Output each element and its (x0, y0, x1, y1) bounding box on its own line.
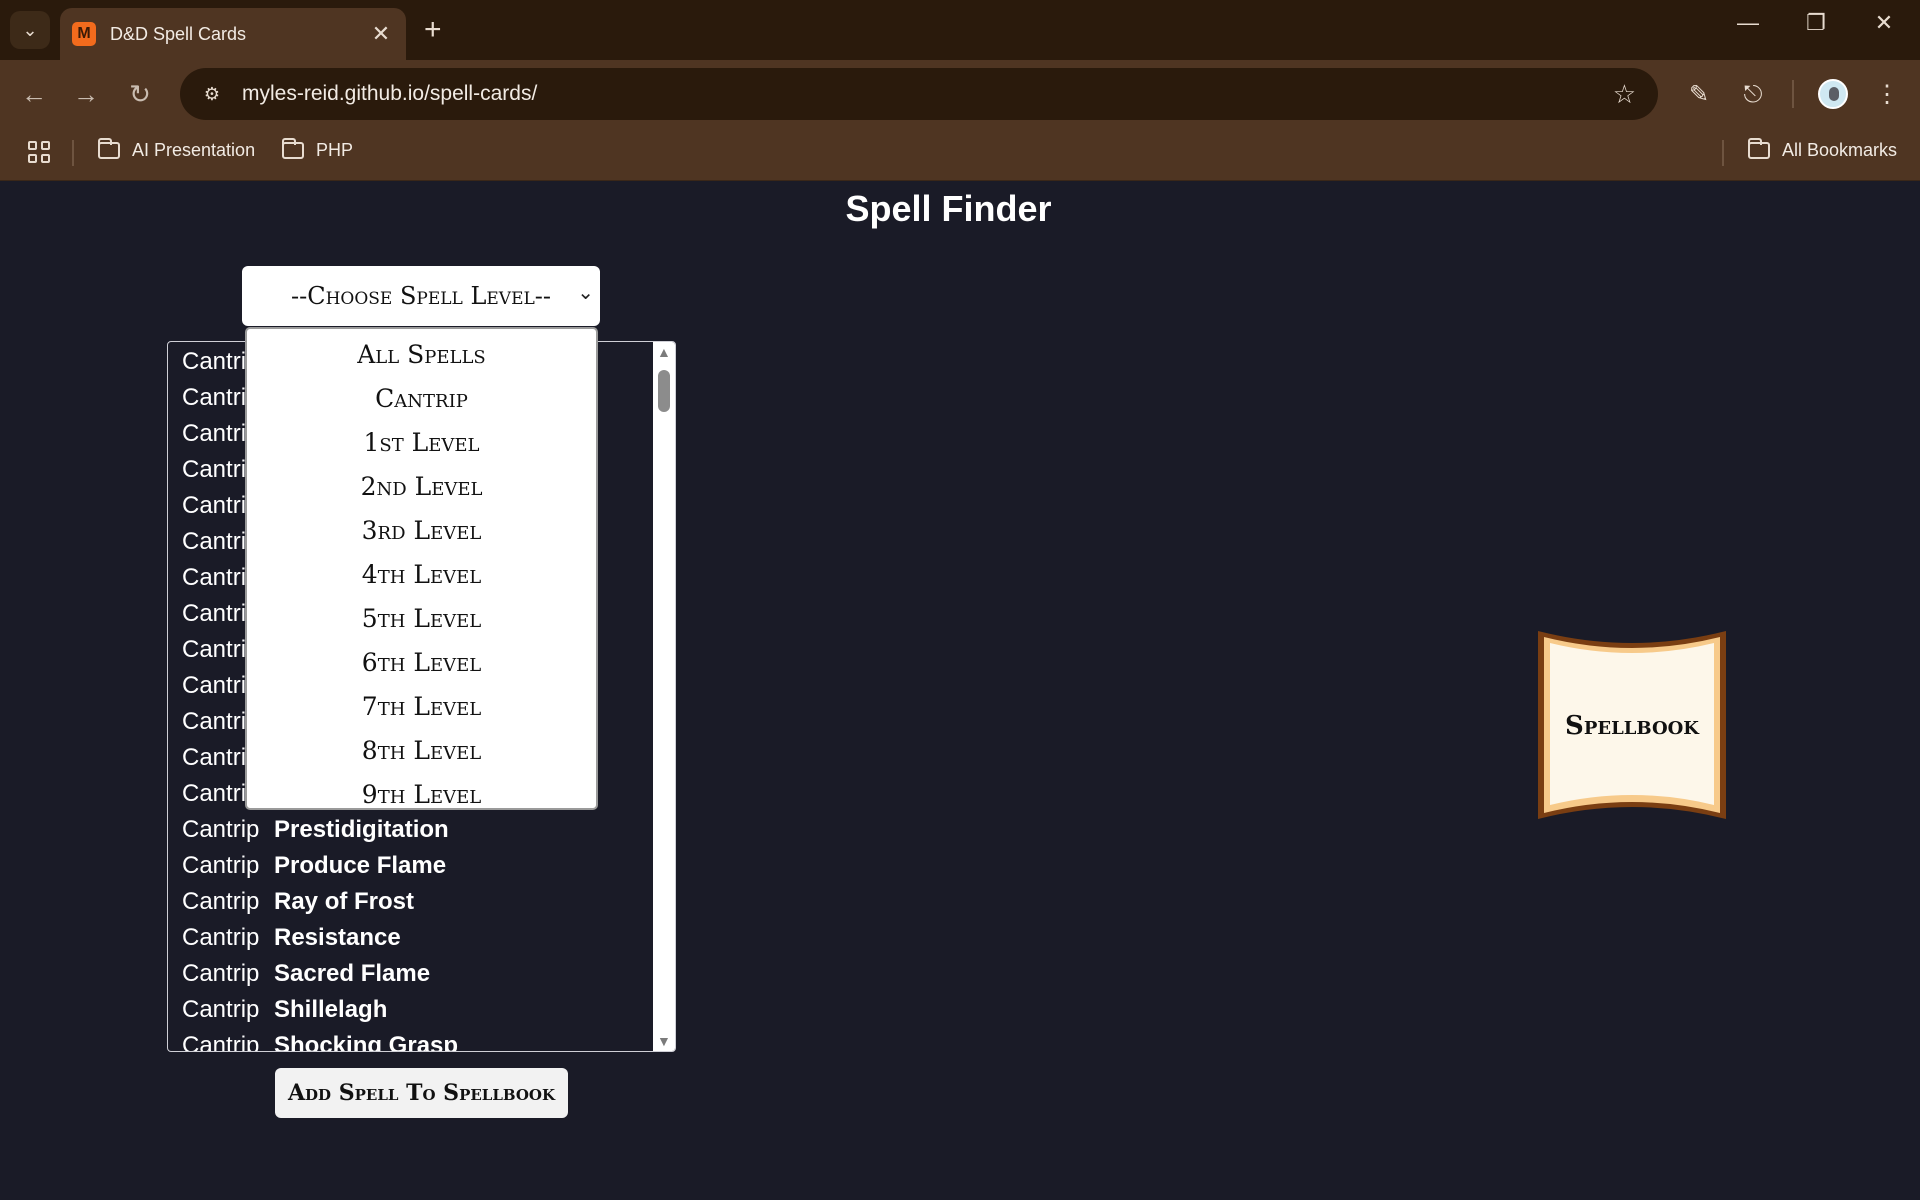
toolbar-divider (1792, 80, 1794, 108)
site-info-icon[interactable]: ⚙ (190, 84, 234, 105)
tab-search-button[interactable]: ⌄ (10, 11, 50, 49)
bookmark-php[interactable]: PHP (282, 138, 354, 161)
menu-dots-icon[interactable]: ⋮ (1870, 78, 1904, 112)
spell-level: Cantrip (182, 960, 260, 987)
spellbook-label: Spellbook (1565, 711, 1699, 741)
spell-list-item[interactable]: Cantrip Prestidigitation (182, 816, 449, 852)
address-bar[interactable]: ⚙ myles-reid.github.io/spell-cards/ ☆ (180, 68, 1658, 120)
restore-icon[interactable]: ❐ (1796, 10, 1836, 36)
apps-grid-icon[interactable] (28, 141, 50, 163)
spell-name: Sacred Flame (274, 960, 431, 987)
spell-name: Resistance (274, 924, 401, 951)
window-close-icon[interactable]: ✕ (1864, 10, 1904, 36)
scroll-down-icon[interactable]: ▼ (657, 1033, 671, 1049)
spell-name: Prestidigitation (274, 816, 449, 843)
spell-level: Cantrip (182, 888, 260, 915)
dropdown-option[interactable]: 7th Level (247, 685, 596, 729)
spell-level-select[interactable]: --Choose Spell Level-- ⌄ (242, 266, 600, 326)
spell-list-item[interactable]: Cantrip Resistance (182, 924, 401, 960)
bookmark-ai-presentation[interactable]: AI Presentation (98, 138, 256, 161)
folder-icon (282, 138, 304, 159)
dropdown-option[interactable]: 3rd Level (247, 509, 596, 553)
bookmark-label: AI Presentation (132, 140, 256, 160)
dropdown-option[interactable]: 1st Level (247, 421, 596, 465)
eyedropper-icon[interactable]: ✎ (1682, 78, 1716, 112)
close-icon[interactable]: ✕ (368, 21, 394, 47)
avatar[interactable] (1818, 79, 1848, 109)
spell-level: Cantrip (182, 816, 260, 843)
bookmark-label: PHP (316, 140, 354, 160)
scrollbar[interactable]: ▲ ▼ (653, 342, 675, 1051)
reload-icon[interactable]: ↻ (122, 76, 158, 112)
all-bookmarks[interactable]: All Bookmarks (1748, 138, 1898, 161)
dropdown-option[interactable]: 4th Level (247, 553, 596, 597)
spell-level: Cantrip (182, 852, 260, 879)
browser-toolbar: ← → ↻ ⚙ myles-reid.github.io/spell-cards… (0, 60, 1920, 128)
new-tab-button[interactable]: + (424, 12, 442, 48)
url-text[interactable]: myles-reid.github.io/spell-cards/ (242, 82, 1613, 106)
spell-name: Shillelagh (274, 996, 388, 1023)
spell-list-item[interactable]: Cantrip Ray of Frost (182, 888, 414, 924)
dropdown-option[interactable]: All Spells (247, 333, 596, 377)
forward-icon[interactable]: → (68, 76, 104, 112)
favicon-icon: M (72, 22, 96, 46)
dropdown-option[interactable]: 5th Level (247, 597, 596, 641)
tab-active[interactable]: M D&D Spell Cards ✕ (60, 8, 406, 60)
bookmarks-divider (72, 140, 74, 166)
spell-list-item[interactable]: Cantrip Produce Flame (182, 852, 446, 888)
folder-icon (1748, 138, 1770, 159)
spell-name: Ray of Frost (274, 888, 415, 915)
back-icon[interactable]: ← (16, 76, 52, 112)
dropdown-option[interactable]: Cantrip (247, 377, 596, 421)
spellbook-button[interactable]: Spellbook (1534, 627, 1730, 823)
folder-icon (98, 138, 120, 159)
spell-level-dropdown[interactable]: All Spells Cantrip 1st Level 2nd Level 3rd L… (245, 327, 598, 810)
bookmark-label: All Bookmarks (1782, 140, 1898, 160)
dropdown-option[interactable]: 8th Level (247, 729, 596, 773)
minimize-icon[interactable]: — (1728, 10, 1768, 36)
dropdown-option[interactable]: 9th Level (247, 773, 596, 817)
extensions-icon[interactable]: ⎋ (1736, 78, 1770, 112)
chevron-down-icon: ⌄ (22, 19, 38, 40)
scroll-up-icon[interactable]: ▲ (657, 344, 671, 360)
spell-list-item[interactable]: Cantrip Shocking Grasp (182, 1032, 459, 1052)
spell-level: Cantrip (182, 924, 260, 951)
spell-list-item[interactable]: Cantrip Shillelagh (182, 996, 387, 1032)
add-spell-button[interactable]: Add Spell To Spellbook (275, 1068, 568, 1118)
spell-name: Shocking Grasp (274, 1032, 459, 1052)
chevron-down-icon: ⌄ (577, 280, 594, 304)
spell-level-select-value: --Choose Spell Level-- (290, 282, 551, 310)
page-title: Spell Finder (845, 188, 1052, 229)
tab-strip: ⌄ M D&D Spell Cards ✕ + — ❐ ✕ (0, 0, 1920, 60)
spell-level: Cantrip (182, 1032, 260, 1052)
dropdown-option[interactable]: 6th Level (247, 641, 596, 685)
scroll-thumb[interactable] (658, 370, 670, 412)
spell-list-item[interactable]: Cantrip Sacred Flame (182, 960, 430, 996)
bookmark-star-icon[interactable]: ☆ (1613, 79, 1636, 110)
spell-name: Produce Flame (274, 852, 447, 879)
bookmarks-divider (1722, 140, 1724, 166)
spell-level: Cantrip (182, 996, 260, 1023)
tab-title: D&D Spell Cards (110, 23, 247, 44)
dropdown-option[interactable]: 2nd Level (247, 465, 596, 509)
